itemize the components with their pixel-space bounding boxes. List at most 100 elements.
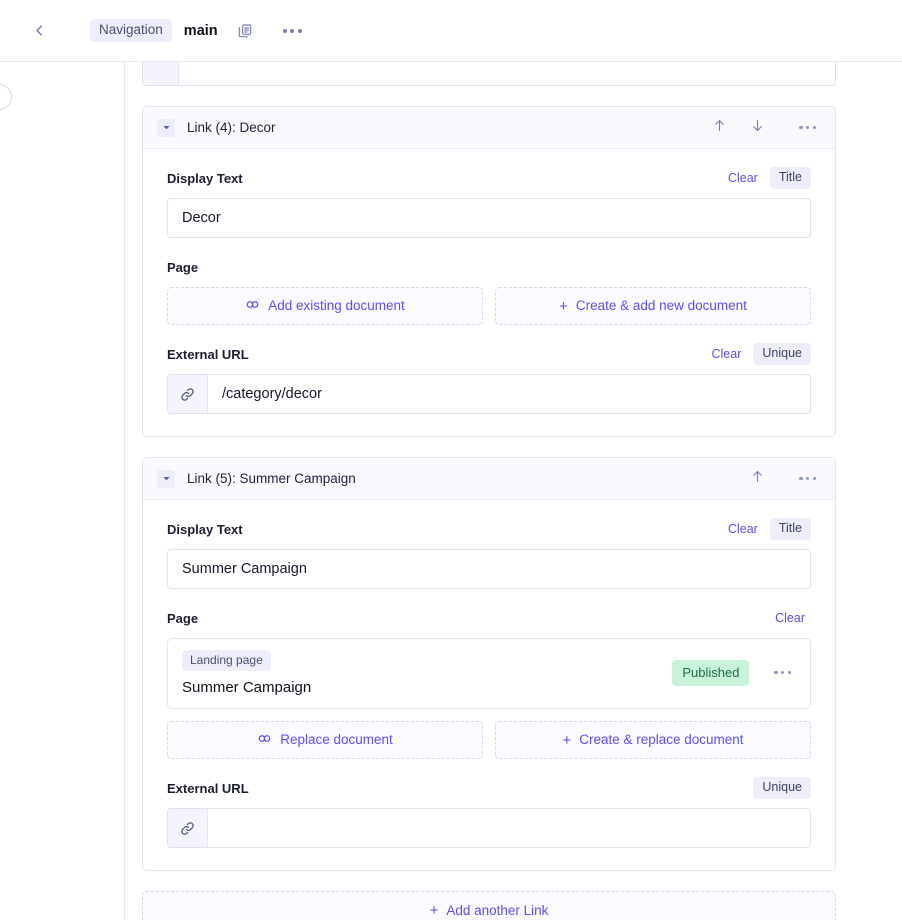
link-card-5-title: Link (5): Summer Campaign	[187, 471, 746, 486]
field-external-url-link-5: External URL Unique	[167, 777, 811, 848]
field-header: Page Clear	[167, 607, 811, 629]
chain-link-icon	[245, 297, 260, 315]
header-more-menu-button[interactable]	[276, 23, 309, 39]
field-page-link-5: Page Clear Landing page Summer Campaign …	[167, 607, 811, 759]
field-page-link-4: Page Add existing document	[167, 256, 811, 325]
linked-document-info: Landing page Summer Campaign	[182, 650, 672, 695]
field-header: Display Text Clear Title	[167, 518, 811, 540]
mode-button-unique-link-5[interactable]: Unique	[753, 777, 811, 799]
link-card-5: Link (5): Summer Campaign	[142, 457, 836, 871]
display-text-input-link-4[interactable]: Decor	[167, 198, 811, 238]
chevron-down-icon	[162, 123, 171, 132]
editor-body: Link (4): Decor	[0, 62, 902, 920]
button-label: Add existing document	[268, 299, 405, 313]
chain-link-icon	[257, 731, 272, 749]
link-card-4-title: Link (4): Decor	[187, 120, 708, 135]
field-label: Page	[167, 611, 769, 626]
clipped-previous-field	[142, 62, 836, 86]
replace-document-button-link-5[interactable]: Replace document	[167, 721, 483, 759]
page-actions-link-4: Add existing document + Create & add new…	[167, 287, 811, 325]
field-header: External URL Unique	[167, 777, 811, 799]
link-card-4-body: Display Text Clear Title Decor Page	[143, 149, 835, 436]
button-label: Replace document	[280, 733, 393, 747]
button-label: Create & add new document	[576, 299, 747, 313]
field-label: Page	[167, 260, 811, 275]
field-label: Display Text	[167, 171, 722, 186]
clear-button-external-url-link-4[interactable]: Clear	[706, 344, 748, 364]
clear-button-display-text-link-4[interactable]: Clear	[722, 168, 764, 188]
link-card-5-actions	[746, 468, 823, 490]
link-card-4: Link (4): Decor	[142, 106, 836, 437]
button-label: Add another Link	[446, 903, 548, 918]
add-existing-document-button-link-4[interactable]: Add existing document	[167, 287, 483, 325]
mode-button-title-link-5[interactable]: Title	[770, 518, 811, 540]
plus-icon: +	[559, 299, 568, 314]
page-title[interactable]: main	[184, 23, 218, 39]
chevron-left-icon	[32, 23, 47, 38]
breadcrumb-type-badge[interactable]: Navigation	[90, 19, 172, 42]
ellipsis-icon	[774, 671, 777, 674]
external-url-input-wrapper-link-5	[167, 808, 811, 848]
field-header: Display Text Clear Title	[167, 167, 811, 189]
link-icon	[168, 809, 208, 847]
field-header: External URL Clear Unique	[167, 343, 811, 365]
link-card-4-header: Link (4): Decor	[143, 107, 835, 149]
create-add-document-button-link-4[interactable]: + Create & add new document	[495, 287, 811, 325]
breadcrumb: Navigation main	[90, 18, 309, 44]
chevron-down-icon	[162, 474, 171, 483]
link-card-5-body: Display Text Clear Title Summer Campaign…	[143, 500, 835, 870]
plus-icon: +	[430, 903, 439, 918]
link-card-4-actions	[708, 117, 823, 139]
arrow-up-icon	[750, 469, 765, 489]
ellipsis-icon	[283, 29, 287, 33]
rail-circle-handle[interactable]	[0, 84, 12, 110]
document-title: Summer Campaign	[182, 680, 672, 695]
link-5-more-menu-button[interactable]	[792, 471, 823, 486]
field-actions: Clear Title	[722, 167, 811, 189]
link-icon	[168, 375, 208, 413]
move-up-button-link-4[interactable]	[708, 117, 730, 139]
back-button[interactable]	[24, 16, 54, 46]
move-down-button-link-4[interactable]	[746, 117, 768, 139]
external-url-input-wrapper-link-4: /category/decor	[167, 374, 811, 414]
collapse-toggle-link-4[interactable]	[157, 119, 175, 137]
field-label: External URL	[167, 347, 706, 362]
left-rail	[0, 62, 125, 920]
link-4-more-menu-button[interactable]	[792, 120, 823, 135]
ellipsis-icon	[799, 126, 802, 129]
document-more-menu-button[interactable]	[767, 665, 798, 680]
external-url-input-link-4[interactable]: /category/decor	[208, 375, 810, 413]
collapse-toggle-link-5[interactable]	[157, 470, 175, 488]
arrow-down-icon	[750, 118, 765, 138]
button-label: Create & replace document	[579, 733, 743, 747]
ellipsis-icon	[799, 477, 802, 480]
field-label: Display Text	[167, 522, 722, 537]
field-actions: Clear Title	[722, 518, 811, 540]
clipped-field-prefix	[143, 62, 179, 85]
arrow-up-icon	[712, 118, 727, 138]
clear-button-display-text-link-5[interactable]: Clear	[722, 519, 764, 539]
linked-document-card-link-5[interactable]: Landing page Summer Campaign Published	[167, 638, 811, 709]
field-actions: Clear Unique	[706, 343, 812, 365]
field-display-text-link-4: Display Text Clear Title Decor	[167, 167, 811, 238]
field-actions: Clear	[769, 608, 811, 628]
linked-document-actions: Published	[672, 660, 798, 686]
clear-button-page-link-5[interactable]: Clear	[769, 608, 811, 628]
create-replace-document-button-link-5[interactable]: + Create & replace document	[495, 721, 811, 759]
copy-documents-icon[interactable]	[232, 18, 258, 44]
move-up-button-link-5[interactable]	[746, 468, 768, 490]
field-label: External URL	[167, 781, 753, 796]
document-type-badge: Landing page	[182, 650, 271, 671]
status-badge: Published	[672, 660, 749, 686]
mode-button-title-link-4[interactable]: Title	[770, 167, 811, 189]
link-card-5-header: Link (5): Summer Campaign	[143, 458, 835, 500]
mode-button-unique-link-4[interactable]: Unique	[753, 343, 811, 365]
field-actions: Unique	[753, 777, 811, 799]
page-actions-link-5: Replace document + Create & replace docu…	[167, 721, 811, 759]
plus-icon: +	[562, 733, 571, 748]
external-url-input-link-5[interactable]	[208, 809, 810, 847]
app-header: Navigation main	[0, 0, 902, 62]
add-another-link-button[interactable]: + Add another Link	[142, 891, 836, 920]
field-external-url-link-4: External URL Clear Unique	[167, 343, 811, 414]
display-text-input-link-5[interactable]: Summer Campaign	[167, 549, 811, 589]
